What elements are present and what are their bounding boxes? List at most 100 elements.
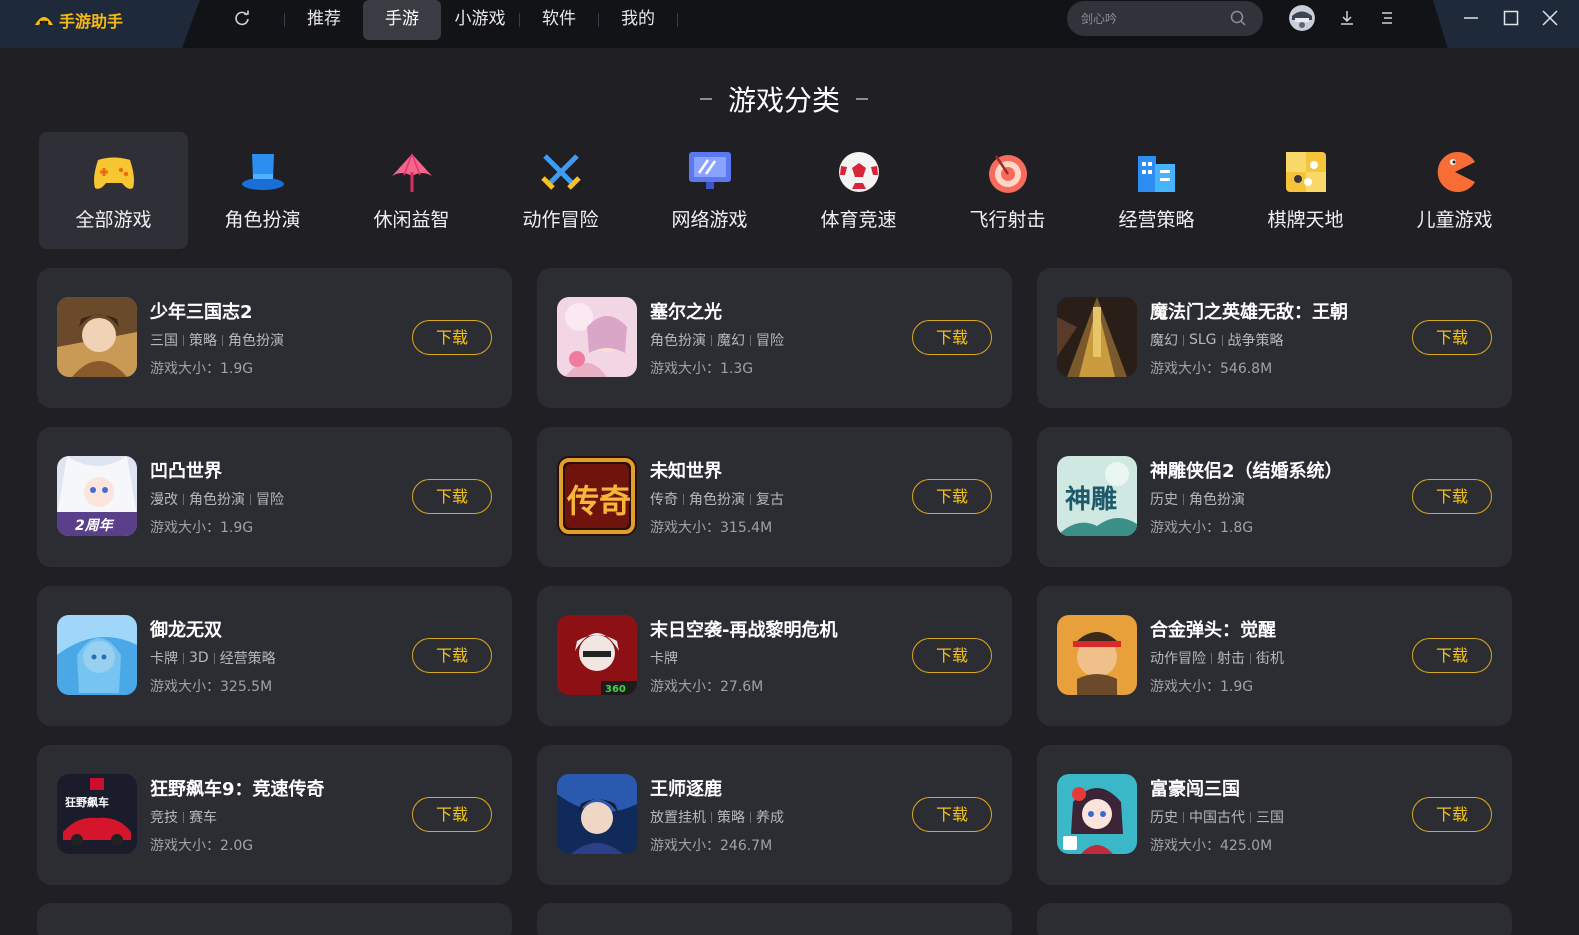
maximize-icon[interactable] <box>1502 9 1520 27</box>
game-card[interactable]: 狂野飙车 狂野飙车9：竞速传奇 竞技 赛车 游戏大小：2.0G 下载 <box>37 745 512 885</box>
game-tag: 射击 <box>1217 651 1245 667</box>
download-icon[interactable] <box>1338 9 1356 27</box>
tag-divider <box>683 493 684 505</box>
game-tag: 复古 <box>756 492 784 508</box>
game-card[interactable]: 360 末日空袭-再战黎明危机 卡牌 游戏大小：27.6M 下载 <box>537 586 1012 726</box>
download-button[interactable]: 下载 <box>912 320 992 355</box>
download-button[interactable]: 下载 <box>912 797 992 832</box>
game-icon-heroes-might-magic[interactable] <box>1057 297 1137 377</box>
tab-mine[interactable]: 我的 <box>599 0 677 40</box>
category-flight-shooting[interactable]: 飞行射击 <box>933 132 1082 249</box>
game-title[interactable]: 王师逐鹿 <box>650 775 722 801</box>
game-card[interactable]: 塞尔之光 角色扮演 魔幻 冒险 游戏大小：1.3G 下载 <box>537 268 1012 408</box>
game-tags: 历史 角色扮演 <box>1150 489 1245 509</box>
game-title[interactable]: 魔法门之英雄无敌：王朝 <box>1150 298 1348 324</box>
game-icon-weizhi-shijie[interactable]: 传奇 <box>557 456 637 536</box>
game-size: 游戏大小：325.5M <box>150 676 272 696</box>
crossed-swords-icon <box>540 154 581 190</box>
game-title[interactable]: 狂野飙车9：竞速传奇 <box>150 775 325 801</box>
game-size: 游戏大小：246.7M <box>650 835 772 855</box>
size-value: 315.4M <box>720 520 773 536</box>
search-input[interactable] <box>1081 9 1231 28</box>
game-tag: 冒险 <box>256 492 284 508</box>
game-title[interactable]: 末日空袭-再战黎明危机 <box>650 616 837 642</box>
tab-mini-games[interactable]: 小游戏 <box>441 0 519 40</box>
game-title[interactable]: 未知世界 <box>650 457 722 483</box>
category-all-games[interactable]: 全部游戏 <box>39 132 188 249</box>
icon-caption: 传奇 <box>566 482 631 520</box>
category-action-adventure[interactable]: 动作冒险 <box>486 132 635 249</box>
category-kids-games[interactable]: 儿童游戏 <box>1380 132 1529 249</box>
game-tags: 卡牌 <box>650 648 678 668</box>
game-icon-aotu-shijie[interactable]: 2周年 <box>57 456 137 536</box>
game-title[interactable]: 富豪闯三国 <box>1150 775 1240 801</box>
game-title[interactable]: 少年三国志2 <box>150 298 253 324</box>
search-icon[interactable] <box>1229 9 1247 27</box>
game-title[interactable]: 凹凸世界 <box>150 457 222 483</box>
tab-software[interactable]: 软件 <box>520 0 598 40</box>
game-card-partial[interactable] <box>537 903 1012 935</box>
game-title[interactable]: 塞尔之光 <box>650 298 722 324</box>
refresh-icon[interactable] <box>233 9 251 27</box>
game-card[interactable]: 合金弹头：觉醒 动作冒险 射击 街机 游戏大小：1.9G 下载 <box>1037 586 1512 726</box>
game-icon-asphalt-9[interactable]: 狂野飙车 <box>57 774 137 854</box>
game-title[interactable]: 神雕侠侣2（结婚系统） <box>1150 457 1343 483</box>
nav-divider <box>677 13 678 27</box>
game-icon-fuhao-chuang-sanguo[interactable] <box>1057 774 1137 854</box>
game-size: 游戏大小：1.8G <box>1150 517 1253 537</box>
download-button[interactable]: 下载 <box>412 479 492 514</box>
minimize-icon[interactable] <box>1462 9 1480 27</box>
game-icon-shaonian-sanguozhi[interactable] <box>57 297 137 377</box>
game-card[interactable]: 神雕 神雕侠侣2（结婚系统） 历史 角色扮演 游戏大小：1.8G 下载 <box>1037 427 1512 567</box>
top-hat-icon <box>241 154 284 190</box>
download-button[interactable]: 下载 <box>912 479 992 514</box>
game-tag: 养成 <box>756 810 784 826</box>
download-button[interactable]: 下载 <box>1412 320 1492 355</box>
game-tags: 传奇 角色扮演 复古 <box>650 489 784 509</box>
category-role-playing[interactable]: 角色扮演 <box>188 132 337 249</box>
tag-divider <box>750 334 751 346</box>
tab-mobile-games[interactable]: 手游 <box>363 0 441 40</box>
size-label: 游戏大小： <box>650 679 720 695</box>
app-brand[interactable]: 手游助手 <box>34 8 123 32</box>
game-title[interactable]: 合金弹头：觉醒 <box>1150 616 1276 642</box>
size-label: 游戏大小： <box>650 361 720 377</box>
game-icon-saier-zhiguang[interactable] <box>557 297 637 377</box>
category-online-games[interactable]: 网络游戏 <box>635 132 784 249</box>
download-button[interactable]: 下载 <box>1412 797 1492 832</box>
category-sports-racing[interactable]: 体育竞速 <box>784 132 933 249</box>
download-button[interactable]: 下载 <box>1412 638 1492 673</box>
game-card[interactable]: 2周年 凹凸世界 漫改 角色扮演 冒险 游戏大小：1.9G 下载 <box>37 427 512 567</box>
download-button[interactable]: 下载 <box>412 638 492 673</box>
tab-recommend[interactable]: 推荐 <box>285 0 363 40</box>
game-card-partial[interactable] <box>37 903 512 935</box>
game-card[interactable]: 王师逐鹿 放置挂机 策略 养成 游戏大小：246.7M 下载 <box>537 745 1012 885</box>
game-card[interactable]: 御龙无双 卡牌 3D 经营策略 游戏大小：325.5M 下载 <box>37 586 512 726</box>
category-casual-puzzle[interactable]: 休闲益智 <box>337 132 486 249</box>
download-button[interactable]: 下载 <box>1412 479 1492 514</box>
game-icon-metal-slug[interactable] <box>1057 615 1137 695</box>
menu-icon[interactable] <box>1378 9 1396 27</box>
game-card[interactable]: 魔法门之英雄无敌：王朝 魔幻 SLG 战争策略 游戏大小：546.8M 下载 <box>1037 268 1512 408</box>
download-button[interactable]: 下载 <box>412 797 492 832</box>
category-business-strategy[interactable]: 经营策略 <box>1082 132 1231 249</box>
game-title[interactable]: 御龙无双 <box>150 616 222 642</box>
game-icon-yulong-wushuang[interactable] <box>57 615 137 695</box>
game-card[interactable]: 富豪闯三国 历史 中国古代 三国 游戏大小：425.0M 下载 <box>1037 745 1512 885</box>
game-icon-shendiao-xialv[interactable]: 神雕 <box>1057 456 1137 536</box>
game-card[interactable]: 传奇 未知世界 传奇 角色扮演 复古 游戏大小：315.4M 下载 <box>537 427 1012 567</box>
app-logo-icon <box>35 17 53 25</box>
tag-divider <box>1183 493 1184 505</box>
parasol-icon <box>391 153 432 192</box>
game-card[interactable]: 少年三国志2 三国 策略 角色扮演 游戏大小：1.9G 下载 <box>37 268 512 408</box>
game-card-partial[interactable] <box>1037 903 1512 935</box>
category-label: 经营策略 <box>1118 209 1195 231</box>
close-icon[interactable] <box>1541 9 1559 27</box>
game-icon-wangshi-zhulu[interactable] <box>557 774 637 854</box>
download-button[interactable]: 下载 <box>412 320 492 355</box>
category-chess-cards[interactable]: 棋牌天地 <box>1231 132 1380 249</box>
game-icon-mori-kongxi[interactable]: 360 <box>557 615 637 695</box>
download-button[interactable]: 下载 <box>912 638 992 673</box>
size-label: 游戏大小： <box>1150 679 1220 695</box>
avatar[interactable] <box>1289 5 1315 31</box>
